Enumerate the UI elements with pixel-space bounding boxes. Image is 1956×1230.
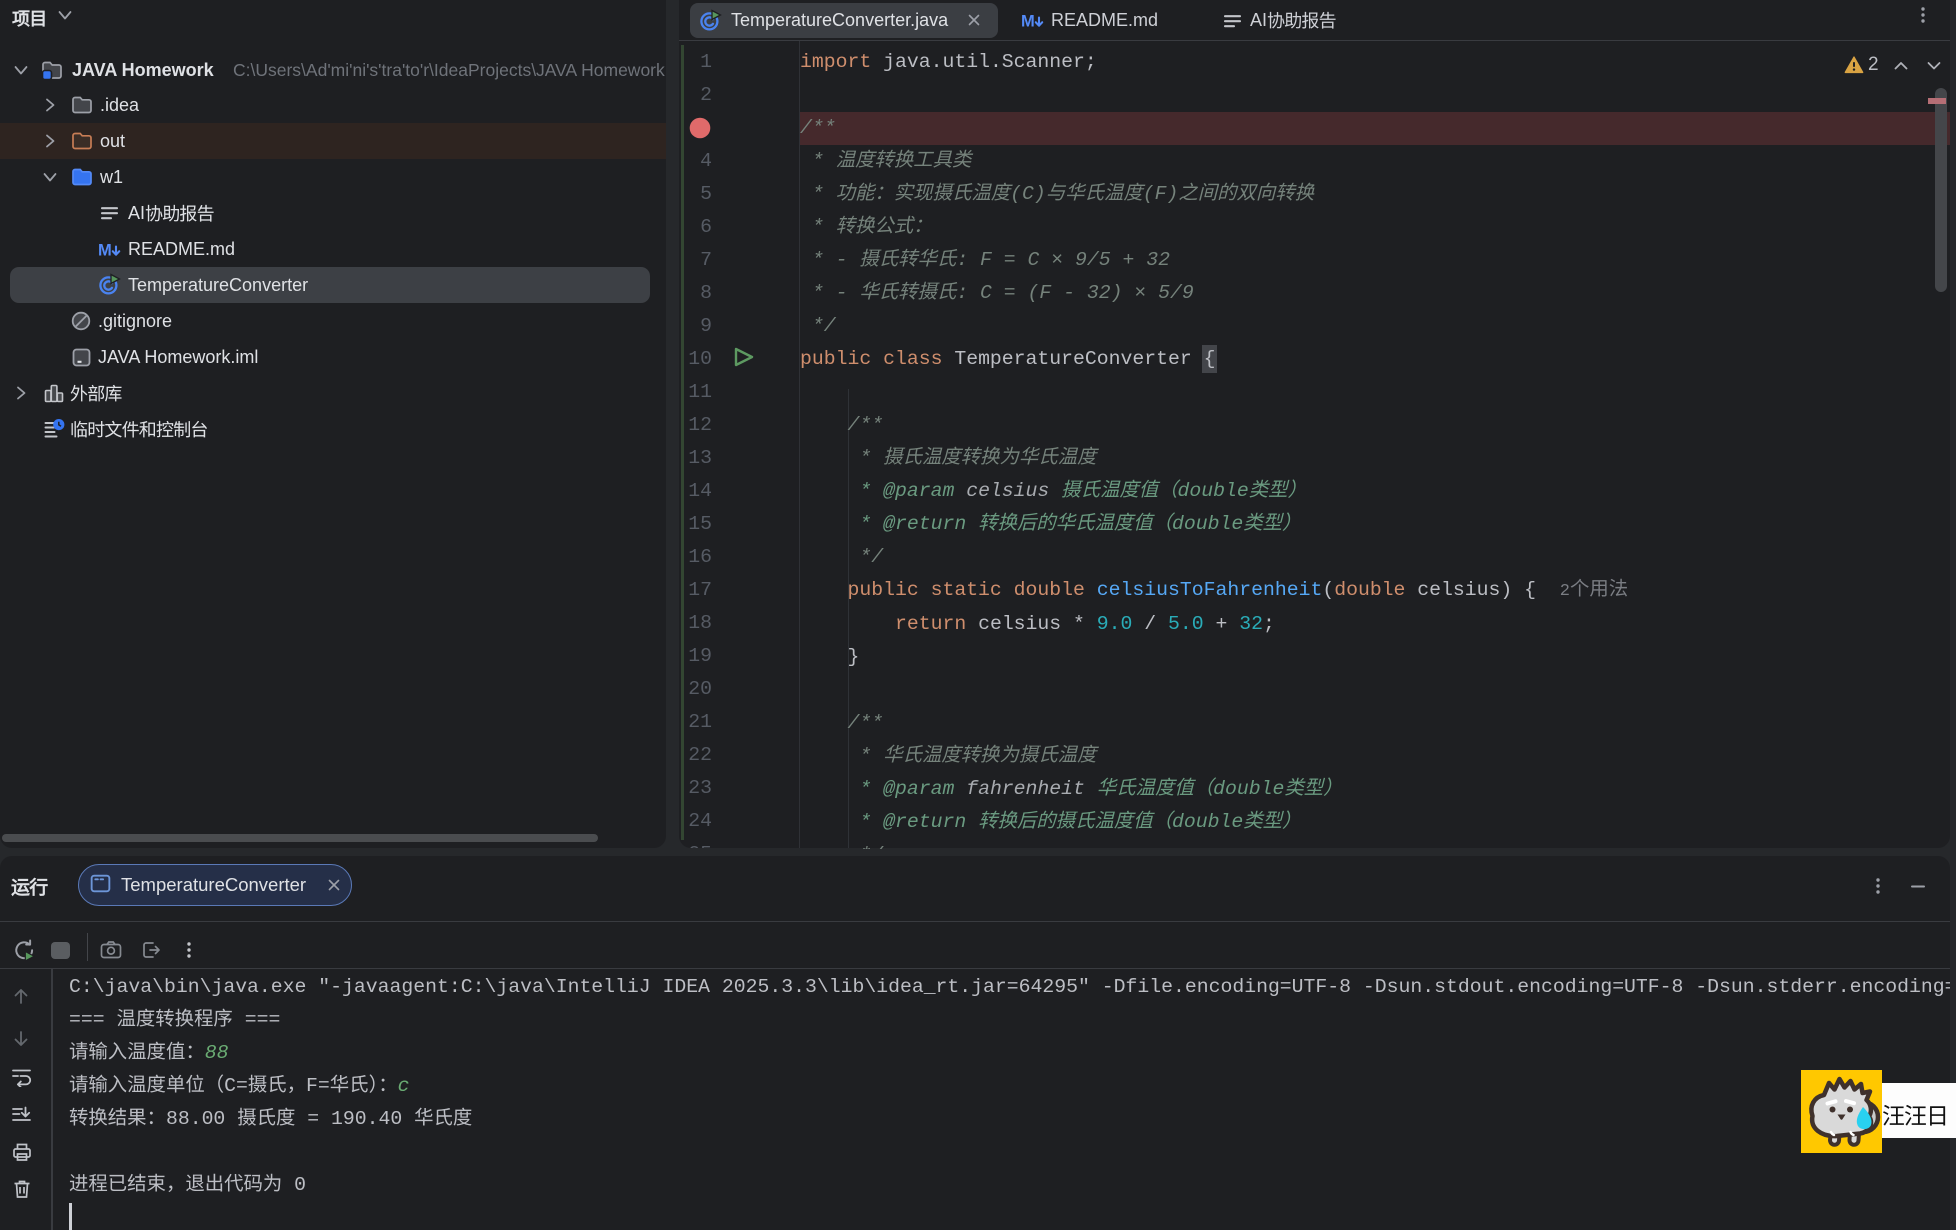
- svg-text:M: M: [98, 242, 112, 260]
- svg-text:M: M: [1021, 13, 1035, 31]
